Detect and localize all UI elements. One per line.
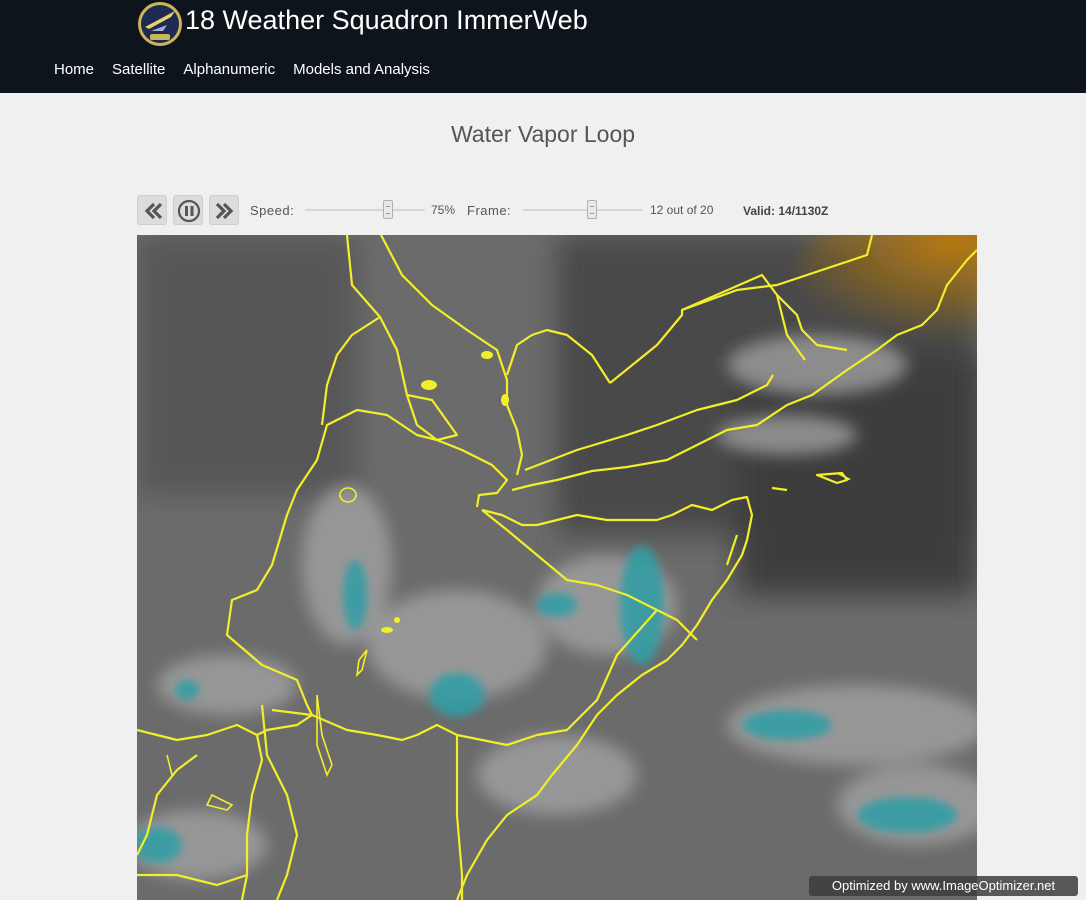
nav-item-models-and-analysis[interactable]: Models and Analysis <box>293 60 430 80</box>
nav-item-home[interactable]: Home <box>54 60 94 80</box>
speed-slider-track[interactable] <box>305 209 425 211</box>
squadron-emblem-icon[interactable] <box>137 1 183 47</box>
frame-slider-handle[interactable] <box>587 200 598 219</box>
satellite-water-vapor-image <box>137 235 977 900</box>
page-title: Water Vapor Loop <box>450 121 636 147</box>
optimizer-watermark: Optimized by www.ImageOptimizer.net <box>809 876 1078 896</box>
pause-button[interactable] <box>173 195 203 225</box>
fast-forward-icon <box>215 202 234 220</box>
frame-value: 12 out of 20 <box>650 203 714 217</box>
top-header-bar: 18 Weather Squadron ImmerWeb Home Satell… <box>0 0 1086 93</box>
nav-item-satellite[interactable]: Satellite <box>112 60 165 80</box>
pause-icon <box>177 199 201 223</box>
main-nav: Home Satellite Alphanumeric Models and A… <box>54 60 430 80</box>
rewind-icon <box>144 202 163 220</box>
site-title[interactable]: 18 Weather Squadron ImmerWeb <box>185 4 588 36</box>
frame-label: Frame: <box>467 203 512 218</box>
frame-slider-track[interactable] <box>523 209 643 211</box>
loop-controls: Speed: 75% Frame: 12 out of 20 Valid: 14… <box>137 195 977 226</box>
fast-forward-button[interactable] <box>209 195 239 225</box>
speed-label: Speed: <box>250 203 295 218</box>
nav-item-alphanumeric[interactable]: Alphanumeric <box>183 60 275 80</box>
valid-time: Valid: 14/1130Z <box>743 204 829 218</box>
rewind-button[interactable] <box>137 195 167 225</box>
speed-value: 75% <box>431 203 456 217</box>
speed-slider-handle[interactable] <box>383 200 393 219</box>
